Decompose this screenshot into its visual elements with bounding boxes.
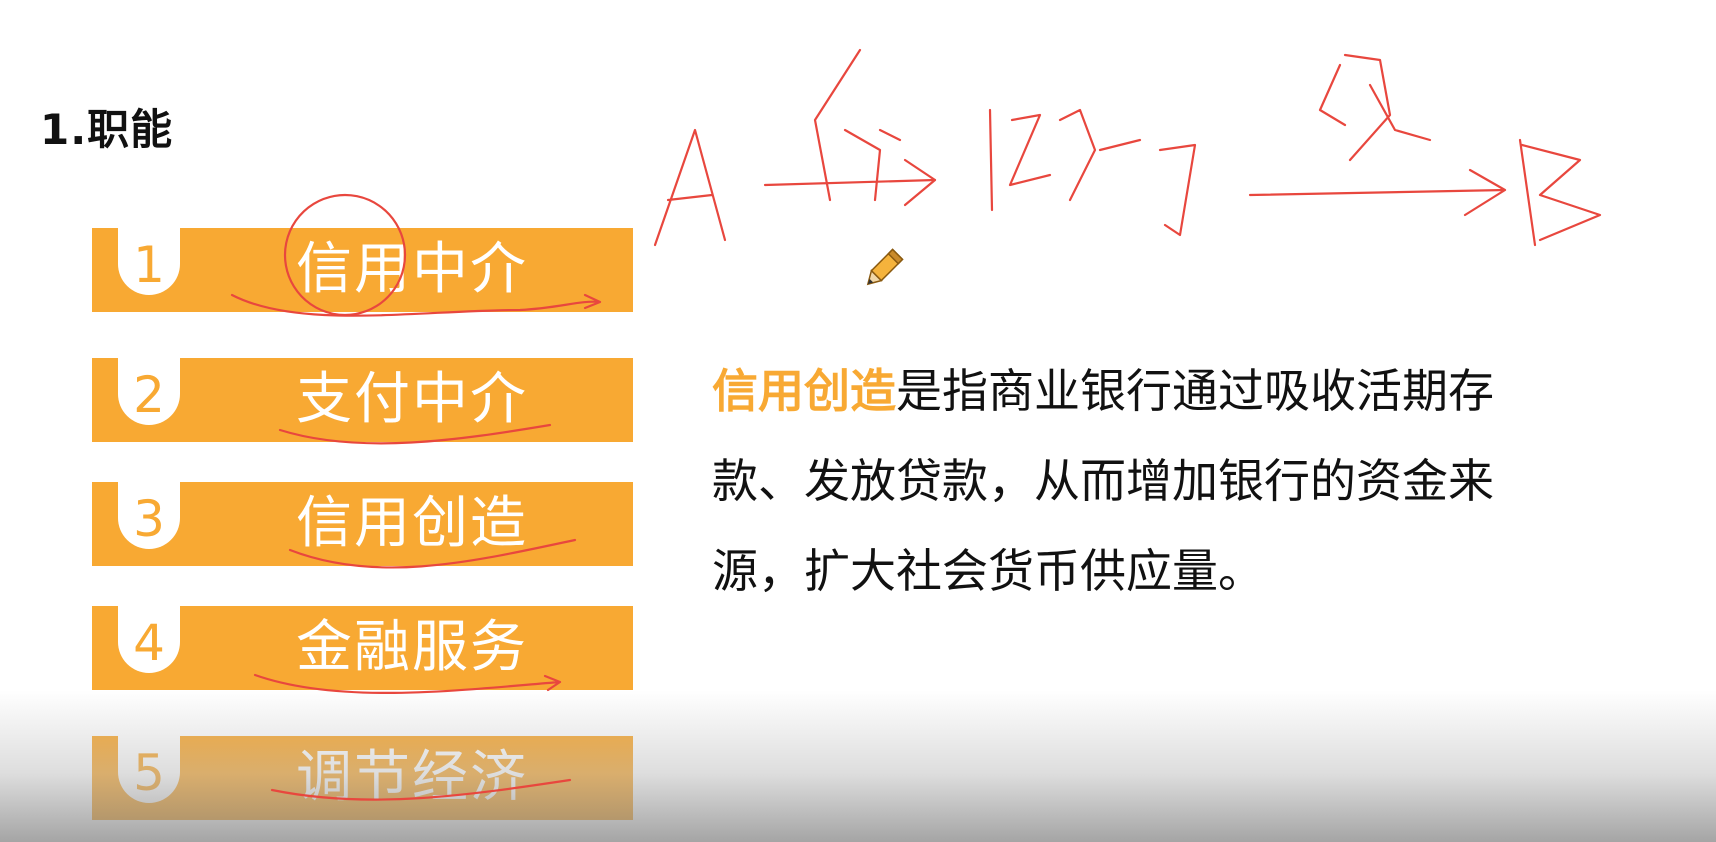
description-line2: 款、发放贷款，从而增加银行的资金来: [712, 454, 1494, 508]
pencil-cursor-icon: [866, 248, 904, 286]
item-number: 3: [133, 490, 165, 548]
function-item-2: 2 支付中介: [92, 358, 633, 442]
function-item-5: 5 调节经济: [92, 736, 633, 820]
function-item-1: 1 信用中介: [92, 228, 633, 312]
section-title: 1.职能: [40, 105, 174, 154]
description-line1: 是指商业银行通过吸收活期存: [896, 364, 1494, 418]
item-number: 5: [133, 744, 165, 802]
item-label: 金融服务: [296, 615, 528, 680]
item-label: 调节经济: [296, 745, 528, 810]
item-label: 信用创造: [296, 491, 528, 556]
function-item-4: 4 金融服务: [92, 606, 633, 690]
description-highlight: 信用创造: [712, 364, 896, 418]
description-text: 信用创造是指商业银行通过吸收活期存 款、发放贷款，从而增加银行的资金来 源，扩大…: [712, 346, 1542, 616]
item-number: 4: [133, 614, 165, 672]
function-item-3: 3 信用创造: [92, 482, 633, 566]
item-label: 支付中介: [296, 367, 528, 432]
item-number: 1: [133, 236, 165, 294]
handwritten-flow-sketch: [653, 48, 1602, 247]
description-line3: 源，扩大社会货币供应量。: [712, 544, 1264, 598]
slide: 1.职能 1 信用中介 2 支付中介 3 信用创造 4 金融服务 5 调节经济: [0, 0, 1716, 842]
item-number: 2: [133, 366, 165, 424]
item-label: 信用中介: [296, 237, 528, 302]
